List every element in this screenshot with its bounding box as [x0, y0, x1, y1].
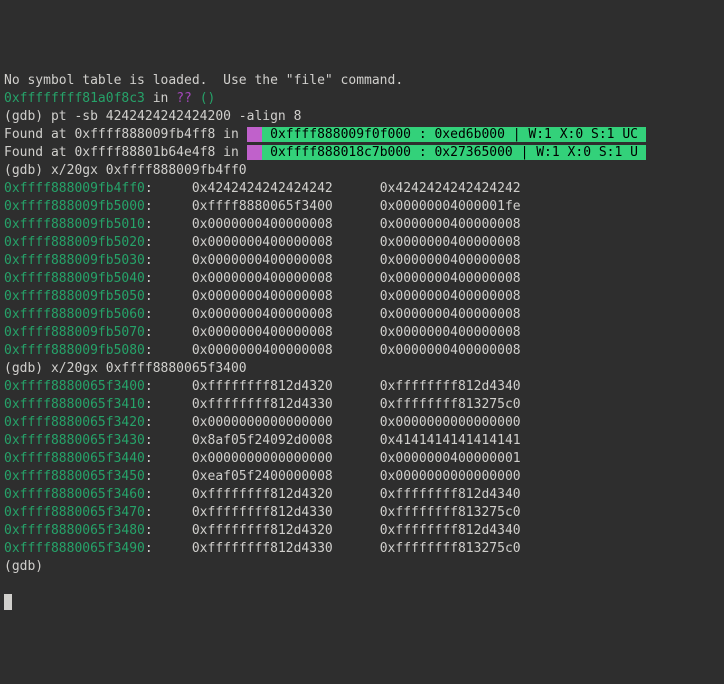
memval: 0xffffffff812d4340	[380, 523, 521, 538]
memval: 0xffffffff812d4340	[380, 487, 521, 502]
gdb-command: (gdb) x/20gx 0xffff888009fb4ff0	[4, 163, 247, 178]
memval: 0x0000000400000008	[380, 325, 521, 340]
gdb-command: (gdb) x/20gx 0xffff8880065f3400	[4, 361, 247, 376]
gdb-prompt[interactable]: (gdb)	[4, 559, 51, 574]
memaddr: 0xffff8880065f3460	[4, 487, 145, 502]
terminal-line: 0xffff888009fb5020: 0x0000000400000008 0…	[4, 234, 720, 252]
terminal-line: 0xffff888009fb4ff0: 0x4242424242424242 0…	[4, 180, 720, 198]
memval: 0xffffffff812d4330	[192, 397, 333, 412]
memval: 0x0000000400000008	[380, 307, 521, 322]
terminal-line: 0xffff8880065f3490: 0xffffffff812d4330 0…	[4, 540, 720, 558]
terminal-line: (gdb) pt -sb 4242424242424200 -align 8	[4, 108, 720, 126]
memval: 0x0000000000000000	[192, 451, 333, 466]
memval: 0xffffffff813275c0	[380, 541, 521, 556]
terminal-line: 0xffff888009fb5040: 0x0000000400000008 0…	[4, 270, 720, 288]
memaddr: 0xffff8880065f3450	[4, 469, 145, 484]
memaddr: 0xffff888009fb5010	[4, 217, 145, 232]
cursor	[4, 594, 12, 610]
memval: 0x0000000400000008	[192, 289, 333, 304]
addr: 0xffffffff81a0f8c3	[4, 91, 145, 106]
marker	[247, 127, 263, 142]
terminal-line: 0xffff888009fb5010: 0x0000000400000008 0…	[4, 216, 720, 234]
terminal-line: 0xffff8880065f3430: 0x8af05f24092d0008 0…	[4, 432, 720, 450]
memval: 0x0000000400000008	[192, 253, 333, 268]
terminal-line: Found at 0xffff88801b64e4f8 in 0xffff888…	[4, 144, 720, 162]
memaddr: 0xffff888009fb5030	[4, 253, 145, 268]
memaddr: 0xffff888009fb5060	[4, 307, 145, 322]
memval: 0x0000000400000008	[192, 271, 333, 286]
terminal-line: 0xffff888009fb5000: 0xffff8880065f3400 0…	[4, 198, 720, 216]
memval: 0x0000000000000000	[192, 415, 333, 430]
terminal-line: No symbol table is loaded. Use the "file…	[4, 72, 720, 90]
found-highlight: 0xffff888018c7b000 : 0x27365000 | W:1 X:…	[262, 145, 646, 160]
memval: 0xffffffff812d4320	[192, 523, 333, 538]
memval: 0x0000000400000008	[192, 235, 333, 250]
memval: 0x4141414141414141	[380, 433, 521, 448]
memaddr: 0xffff888009fb5040	[4, 271, 145, 286]
terminal-line: 0xffff8880065f3450: 0xeaf05f2400000008 0…	[4, 468, 720, 486]
memval: 0x0000000400000008	[380, 217, 521, 232]
memval: 0x0000000000000000	[380, 415, 521, 430]
gdb-command: (gdb) pt -sb 4242424242424200 -align 8	[4, 109, 301, 124]
memaddr: 0xffff8880065f3420	[4, 415, 145, 430]
memval: 0x0000000400000008	[192, 325, 333, 340]
text: No symbol table is loaded. Use the "file…	[4, 73, 403, 88]
memval: 0x8af05f24092d0008	[192, 433, 333, 448]
memval: 0x0000000400000008	[192, 343, 333, 358]
memaddr: 0xffff8880065f3410	[4, 397, 145, 412]
memaddr: 0xffff888009fb5020	[4, 235, 145, 250]
terminal-line: Found at 0xffff888009fb4ff8 in 0xffff888…	[4, 126, 720, 144]
memval: 0xffffffff812d4330	[192, 505, 333, 520]
memval: 0x0000000400000008	[380, 271, 521, 286]
memaddr: 0xffff888009fb5000	[4, 199, 145, 214]
terminal-line: 0xffff888009fb5030: 0x0000000400000008 0…	[4, 252, 720, 270]
memval: 0x0000000400000008	[380, 289, 521, 304]
memaddr: 0xffff8880065f3470	[4, 505, 145, 520]
memaddr: 0xffff8880065f3480	[4, 523, 145, 538]
memval: 0x0000000400000008	[380, 235, 521, 250]
memval: 0x0000000400000008	[192, 307, 333, 322]
memaddr: 0xffff8880065f3430	[4, 433, 145, 448]
terminal-line: 0xffff8880065f3440: 0x0000000000000000 0…	[4, 450, 720, 468]
memval: 0x0000000400000008	[380, 343, 521, 358]
marker	[247, 145, 263, 160]
found-highlight: 0xffff888009f0f000 : 0xed6b000 | W:1 X:0…	[262, 127, 646, 142]
terminal-line: 0xffff888009fb5060: 0x0000000400000008 0…	[4, 306, 720, 324]
memval: 0xffff8880065f3400	[192, 199, 333, 214]
memval: 0xffffffff812d4340	[380, 379, 521, 394]
memval: 0xffffffff813275c0	[380, 505, 521, 520]
memaddr: 0xffff8880065f3400	[4, 379, 145, 394]
memval: 0x00000004000001fe	[380, 199, 521, 214]
memval: 0xeaf05f2400000008	[192, 469, 333, 484]
terminal-line: 0xffff8880065f3460: 0xffffffff812d4320 0…	[4, 486, 720, 504]
terminal-output: { "top": { "err_trunc": " ", "no_sym": "…	[0, 18, 724, 612]
memaddr: 0xffff8880065f3440	[4, 451, 145, 466]
memval: 0xffffffff812d4320	[192, 487, 333, 502]
memval: 0xffffffff813275c0	[380, 397, 521, 412]
memval: 0x0000000400000008	[192, 217, 333, 232]
unknown-symbol: ??	[176, 91, 199, 106]
memval: 0x0000000400000001	[380, 451, 521, 466]
memaddr: 0xffff888009fb5080	[4, 343, 145, 358]
terminal-line: 0xffff8880065f3400: 0xffffffff812d4320 0…	[4, 378, 720, 396]
terminal-line: 0xffff8880065f3420: 0x0000000000000000 0…	[4, 414, 720, 432]
terminal-line: 0xffff8880065f3480: 0xffffffff812d4320 0…	[4, 522, 720, 540]
terminal-line: 0xffff888009fb5080: 0x0000000400000008 0…	[4, 342, 720, 360]
terminal-line: 0xffffffff81a0f8c3 in ?? ()	[4, 90, 720, 108]
memaddr: 0xffff8880065f3490	[4, 541, 145, 556]
terminal-line: 0xffff888009fb5070: 0x0000000400000008 0…	[4, 324, 720, 342]
memval: 0x0000000000000000	[380, 469, 521, 484]
terminal-line: (gdb) x/20gx 0xffff8880065f3400	[4, 360, 720, 378]
memval: 0xffffffff812d4320	[192, 379, 333, 394]
memval: 0xffffffff812d4330	[192, 541, 333, 556]
terminal-line: (gdb) x/20gx 0xffff888009fb4ff0	[4, 162, 720, 180]
memaddr: 0xffff888009fb5050	[4, 289, 145, 304]
memval: 0x4242424242424242	[192, 181, 333, 196]
memaddr: 0xffff888009fb4ff0	[4, 181, 145, 196]
terminal-line: 0xffff888009fb5050: 0x0000000400000008 0…	[4, 288, 720, 306]
memaddr: 0xffff888009fb5070	[4, 325, 145, 340]
terminal-line: 0xffff8880065f3410: 0xffffffff812d4330 0…	[4, 396, 720, 414]
memval: 0x0000000400000008	[380, 253, 521, 268]
memval: 0x4242424242424242	[380, 181, 521, 196]
